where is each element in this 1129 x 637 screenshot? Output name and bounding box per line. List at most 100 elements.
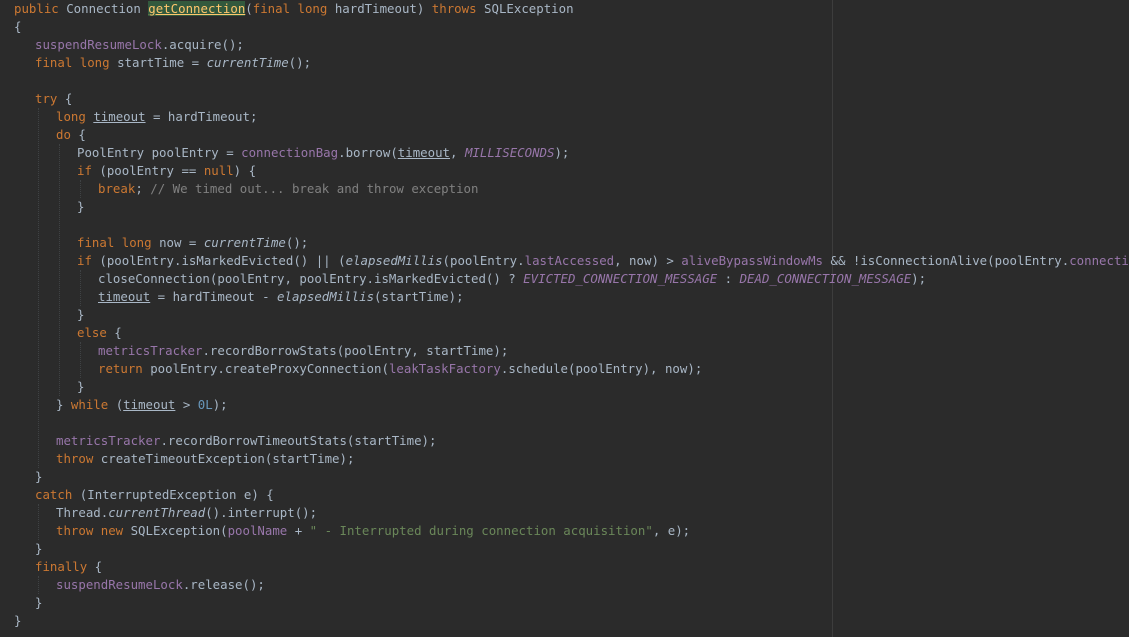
code-token: { (14, 19, 22, 34)
code-line[interactable]: finally { (35, 558, 102, 576)
code-token: .acquire(); (161, 37, 244, 52)
code-token: " - Interrupted during connection acquis… (309, 523, 653, 538)
code-token: ( (108, 397, 124, 412)
code-line[interactable]: public Connection getConnection(final lo… (14, 0, 574, 18)
code-token: catch (35, 487, 73, 502)
indent-guide (38, 504, 39, 540)
code-token: ); (554, 145, 570, 160)
code-line[interactable]: { (14, 18, 21, 36)
code-token: metricsTracker (56, 433, 161, 448)
indent-guide (80, 270, 81, 306)
code-line[interactable]: } while (timeout > 0L); (56, 396, 228, 414)
code-token: timeout (397, 145, 451, 160)
code-line[interactable]: throw new SQLException(poolName + " - In… (56, 522, 690, 540)
code-token: final long (252, 1, 328, 16)
code-line[interactable]: do { (56, 126, 86, 144)
code-token: long (56, 109, 86, 124)
code-editor[interactable]: public Connection getConnection ( final lo… (0, 0, 1129, 637)
code-token: && !isConnectionAlive(poolEntry. (823, 253, 1070, 268)
code-token: metricsTracker (98, 343, 203, 358)
code-token: , (450, 145, 465, 160)
code-line[interactable]: } (35, 468, 42, 486)
code-token: : (717, 271, 740, 286)
right-margin-guide (832, 0, 833, 637)
code-token: finally (35, 559, 88, 574)
code-line[interactable]: } (35, 594, 42, 612)
code-token: MILLISECONDS (464, 145, 555, 160)
indent-guide (80, 342, 81, 378)
code-line[interactable]: } (77, 198, 84, 216)
code-line[interactable]: Thread.currentThread().interrupt(); (56, 504, 317, 522)
code-token: suspendResumeLock (35, 37, 162, 52)
code-token: > (175, 397, 198, 412)
indent-guide (38, 108, 39, 468)
code-line[interactable]: if (poolEntry.isMarkedEvicted() || (elap… (77, 252, 1129, 270)
code-line[interactable]: closeConnection(poolEntry, poolEntry.isM… (98, 270, 926, 288)
code-token: getConnection (148, 1, 246, 16)
code-token: } (14, 613, 22, 628)
code-line[interactable]: else { (77, 324, 122, 342)
code-line[interactable]: } (77, 378, 84, 396)
code-token: .schedule(poolEntry), now); (500, 361, 703, 376)
code-token: (poolEntry.isMarkedEvicted() || ( (91, 253, 346, 268)
code-line[interactable]: metricsTracker.recordBorrowTimeoutStats(… (56, 432, 436, 450)
code-token: (startTime); (374, 289, 464, 304)
code-line[interactable]: PoolEntry poolEntry = connectionBag.borr… (77, 144, 569, 162)
code-line[interactable]: if (poolEntry == null) { (77, 162, 256, 180)
code-token: { (57, 91, 73, 106)
code-line[interactable]: final long now = currentTime(); (77, 234, 308, 252)
code-line[interactable]: catch (InterruptedException e) { (35, 486, 274, 504)
code-token: ); (911, 271, 927, 286)
code-token: poolEntry.createProxyConnection( (142, 361, 389, 376)
code-token: } (35, 541, 43, 556)
code-token: (poolEntry. (442, 253, 525, 268)
code-token: DEAD_CONNECTION_MESSAGE (739, 271, 912, 286)
code-token: throw new (56, 523, 124, 538)
code-line[interactable]: final long startTime = currentTime(); (35, 54, 311, 72)
code-token: lastAccessed (524, 253, 615, 268)
code-token: , now) > (614, 253, 682, 268)
code-token: { (70, 127, 86, 142)
code-line[interactable]: throw createTimeoutException(startTime); (56, 450, 354, 468)
code-token: PoolEntry poolEntry = (77, 145, 242, 160)
code-token: createTimeoutException(startTime); (93, 451, 355, 466)
code-token: leakTaskFactory (388, 361, 501, 376)
indent-guide (59, 144, 60, 396)
code-token: .recordBorrowTimeoutStats(startTime); (160, 433, 437, 448)
code-token: connectionBag (241, 145, 339, 160)
code-token: SQLException( (123, 523, 228, 538)
code-token: try (35, 91, 58, 106)
code-token: if (77, 253, 92, 268)
code-token: } (56, 397, 71, 412)
code-token: } (35, 595, 43, 610)
code-line[interactable]: timeout = hardTimeout - elapsedMillis(st… (98, 288, 464, 306)
code-token: (InterruptedException e) { (72, 487, 274, 502)
code-line[interactable]: } (14, 612, 21, 630)
code-token: ().interrupt(); (205, 505, 318, 520)
code-token: Connection (58, 1, 149, 16)
code-token: currentTime (206, 55, 289, 70)
code-token: elapsedMillis (277, 289, 375, 304)
code-line[interactable]: suspendResumeLock.acquire(); (35, 36, 244, 54)
code-line[interactable]: break; // We timed out... break and thro… (98, 180, 478, 198)
code-token: throws (431, 1, 477, 16)
code-token: EVICTED_CONNECTION_MESSAGE (523, 271, 718, 286)
code-token: null (203, 163, 234, 178)
code-token: ) { (233, 163, 257, 178)
code-token: .release(); (182, 577, 265, 592)
code-token: ; (135, 181, 151, 196)
code-line[interactable]: suspendResumeLock.release(); (56, 576, 265, 594)
code-line[interactable]: } (35, 540, 42, 558)
code-token: public (14, 1, 59, 16)
code-line[interactable]: } (77, 306, 84, 324)
code-token: .recordBorrowStats(poolEntry, startTime)… (202, 343, 509, 358)
code-line[interactable]: try { (35, 90, 72, 108)
code-token: { (87, 559, 103, 574)
code-token: = hardTimeout; (145, 109, 258, 124)
code-token: do (56, 127, 71, 142)
code-token: timeout (93, 109, 146, 124)
code-line[interactable]: metricsTracker.recordBorrowStats(poolEnt… (98, 342, 508, 360)
code-token: // We timed out... break and throw excep… (150, 181, 479, 196)
code-line[interactable]: return poolEntry.createProxyConnection(l… (98, 360, 702, 378)
code-line[interactable]: long timeout = hardTimeout; (56, 108, 257, 126)
